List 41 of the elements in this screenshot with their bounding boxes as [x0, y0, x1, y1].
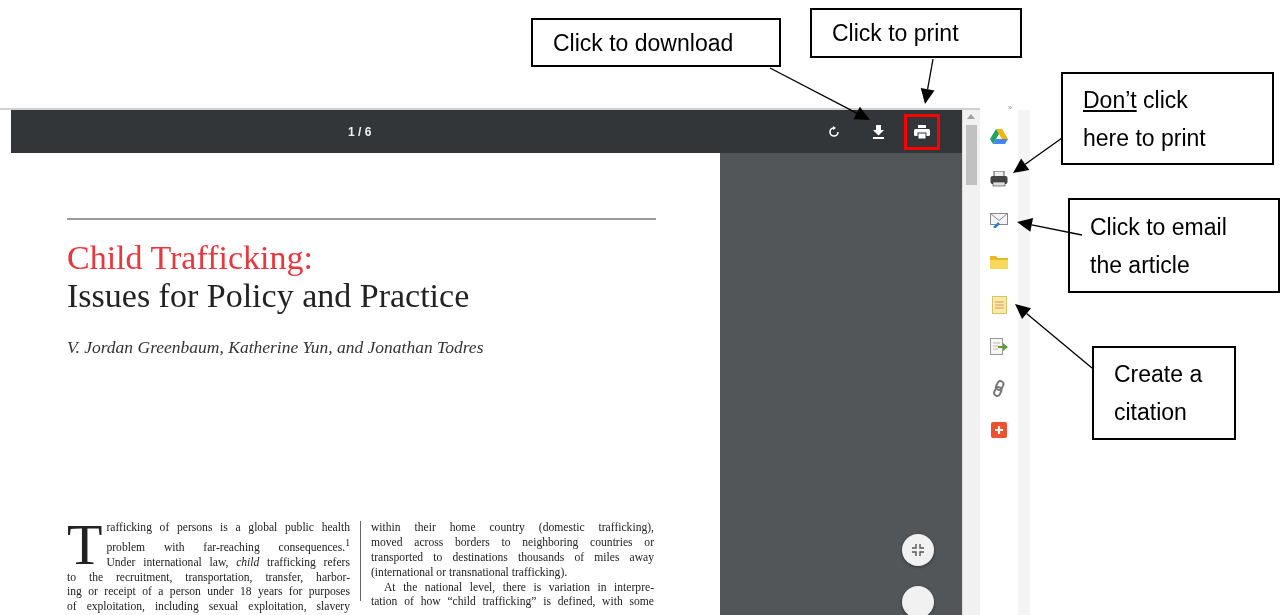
- print-icon: [914, 124, 930, 139]
- callout-note: Don’t click here to print: [1061, 72, 1274, 165]
- text-line: of exploitation, including sexual exploitation, slavery: [67, 600, 350, 615]
- shrink-icon: [912, 544, 924, 557]
- fit-button[interactable]: [902, 534, 934, 567]
- callout-note: Click to print: [810, 8, 1022, 58]
- text-line: At the national level, there is variation in interpre-: [383, 580, 654, 596]
- pointer-arrow: [920, 58, 935, 104]
- page-indicator: 1 / 6: [348, 124, 372, 139]
- article-authors: V. Jordan Greenbaum, Katherine Yun, and Jonathan Todres: [67, 337, 485, 359]
- scrollbar-thumb[interactable]: [966, 125, 977, 185]
- export-document-icon[interactable]: [990, 338, 1008, 355]
- print-button[interactable]: [904, 113, 940, 150]
- text-line: to the recruitment, transportation, transfer, harbor-: [67, 570, 350, 586]
- text-line: transported to destinations thousands of miles away: [371, 550, 654, 566]
- callout-note: Create a citation: [1092, 346, 1236, 440]
- rotate-icon: [827, 124, 841, 139]
- callout-note: Click to download: [531, 18, 781, 67]
- text-line: within their home country (domestic trafficking),: [371, 521, 654, 537]
- text-line: tation of how “child trafficking” is defined, with some: [371, 595, 654, 611]
- printer-icon[interactable]: [990, 170, 1008, 187]
- scroll-up-icon[interactable]: [967, 114, 975, 119]
- article-subtitle: Issues for Policy and Practice: [67, 277, 471, 316]
- pointer-arrow: [1017, 218, 1083, 236]
- triangle-logo-icon[interactable]: [990, 129, 1008, 145]
- text-line: Under international law, child trafficking refers: [106, 555, 350, 571]
- text-line: rafficking of persons is a global public health: [106, 521, 350, 537]
- text-line: moved across borders to neighboring countries or: [371, 536, 654, 551]
- scrollbar[interactable]: [962, 110, 980, 615]
- download-icon: [871, 124, 885, 139]
- drop-cap: T: [67, 523, 103, 568]
- envelope-icon[interactable]: [990, 212, 1008, 228]
- callout-note: Click to email the article: [1068, 198, 1280, 293]
- pointer-arrow: [1013, 137, 1063, 173]
- add-icon[interactable]: [991, 421, 1007, 438]
- text-line: problem with far-reaching consequences.$^{1}$: [106, 536, 350, 556]
- text-line: (international or transnational trafficking).: [371, 565, 569, 581]
- zoom-button[interactable]: [902, 586, 934, 615]
- link-icon[interactable]: [992, 379, 1006, 397]
- article-title: Child Trafficking:: [67, 239, 314, 278]
- text-line: ing or receipt of a person under 18 years for purposes: [67, 585, 350, 601]
